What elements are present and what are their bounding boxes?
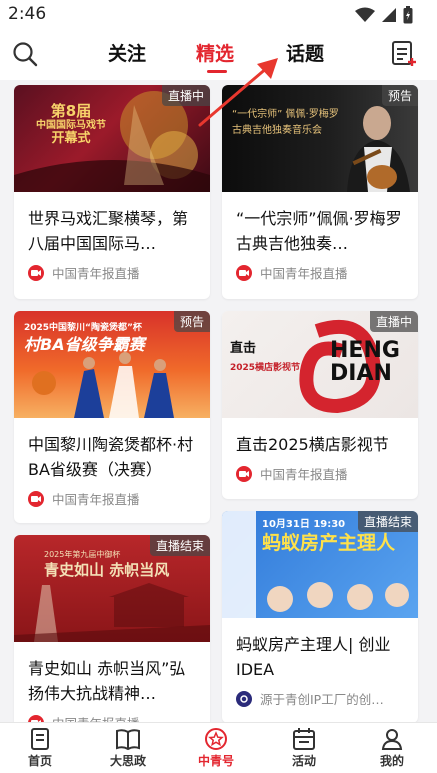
nav-activities[interactable]: 活动 [269,727,339,769]
thumb-text: “一代宗师” 佩佩·罗梅罗 [232,109,339,120]
source-label: 中国青年报直播 [52,266,140,281]
nav-label: 大思政 [109,754,146,768]
book-icon [116,729,140,751]
thumb-text: 古典吉他独奏音乐会 [232,125,322,136]
camera-icon [236,465,252,482]
live-badge: 直播中 [161,85,210,106]
nav-zhongqinghao[interactable]: 中青号 [181,727,251,769]
active-tab-indicator [207,70,227,73]
top-bar: 关注 精选 话题 [0,30,437,80]
creator-avatar-icon [236,690,252,707]
card-thumbnail: 2025中国黎川“陶瓷煲都”杯 村BA省级争霸赛 预告 [14,311,210,418]
feed-card[interactable]: 2025中国黎川“陶瓷煲都”杯 村BA省级争霸赛 预告 中国黎川陶瓷煲都杯·村B… [14,311,210,523]
source-label: 中国青年报直播 [52,492,140,507]
source-label: 中国青年报直播 [52,713,140,722]
camera-icon [28,490,44,507]
signal-icon [382,8,396,22]
compose-icon[interactable] [391,40,417,68]
star-badge-icon [205,728,227,750]
thumb-text: 村BA省级争霸赛 [24,334,145,354]
feed-grid: 第8届 中国国际马戏节 开幕式 直播中 世界马戏汇聚横琴，第八届中国国际马… 中… [0,80,437,722]
thumb-text: DIAN [330,361,392,387]
nav-label: 首页 [27,754,52,768]
card-thumbnail: 2025年第九届中御杯 青史如山 赤帜当风 直播结束 [14,535,210,642]
source-label: 中国青年报直播 [260,266,348,281]
search-icon[interactable] [12,41,38,67]
feed-card[interactable]: 2025年第九届中御杯 青史如山 赤帜当风 直播结束 青史如山 赤帜当风”弘扬伟… [14,535,210,722]
camera-icon [236,264,252,281]
card-thumbnail: 直击 2025横店影视节 HENG DIAN 直播中 [222,311,418,418]
thumb-text: 蚂蚁房产主理人 [262,531,396,554]
battery-icon [403,6,413,24]
user-icon [381,729,403,750]
card-source: 中国青年报直播 [28,713,140,722]
source-label: 中国青年报直播 [260,467,348,482]
card-source: 源于青创IP工厂的创… [236,689,384,708]
home-icon [31,728,49,750]
feed-card[interactable]: “一代宗师” 佩佩·罗梅罗 古典吉他独奏音乐会 预告 “一代宗师”佩佩·罗梅罗古… [222,85,418,299]
thumb-text: 2025中国黎川“陶瓷煲都”杯 [24,323,142,333]
card-source: 中国青年报直播 [28,263,140,282]
card-title: 世界马戏汇聚横琴，第八届中国国际马… [28,209,189,253]
feed-card[interactable]: 10月31日 19:30 蚂蚁房产主理人 直播结束 蚂蚁房产主理人| 创业IDE… [222,511,418,722]
calendar-icon [293,728,315,750]
card-title: 中国黎川陶瓷煲都杯·村BA省级赛（决赛） [28,435,194,479]
card-title: 青史如山 赤帜当风”弘扬伟大抗战精神… [28,659,186,703]
card-source: 中国青年报直播 [236,263,348,282]
live-badge: 直播中 [369,311,418,332]
thumb-text: 第8届 [50,102,92,120]
card-title: 蚂蚁房产主理人| 创业IDEA [236,635,391,679]
nav-label: 中青号 [197,754,234,768]
nav-dasizheng[interactable]: 大思政 [93,727,163,769]
preview-badge: 预告 [173,311,210,332]
thumb-text: 开幕式 [51,130,91,146]
nav-label: 活动 [291,754,316,768]
card-thumbnail: 10月31日 19:30 蚂蚁房产主理人 直播结束 [222,511,418,618]
ended-badge: 直播结束 [149,535,210,556]
system-icons [355,6,413,24]
nav-mine[interactable]: 我的 [357,727,427,769]
status-time: 2:46 [8,4,47,24]
card-source: 中国青年报直播 [236,464,348,483]
wifi-icon [355,7,375,22]
card-title: 直击2025横店影视节 [236,435,389,454]
thumb-text: 青史如山 赤帜当风 [44,561,170,580]
ended-badge: 直播结束 [357,511,418,532]
bottom-nav: 首页 大思政 中青号 活动 我的 [0,722,437,773]
nav-label: 我的 [379,754,404,768]
card-source: 中国青年报直播 [28,489,140,508]
nav-home[interactable]: 首页 [5,727,75,769]
feed-card[interactable]: 直击 2025横店影视节 HENG DIAN 直播中 直击2025横店影视节 中… [222,311,418,499]
tab-topics[interactable]: 话题 [286,39,324,66]
card-thumbnail: “一代宗师” 佩佩·罗梅罗 古典吉他独奏音乐会 预告 [222,85,418,192]
preview-badge: 预告 [381,85,418,106]
thumb-text: 直击 [230,341,257,356]
tab-featured[interactable]: 精选 [196,39,234,66]
thumb-text: 2025横店影视节 [230,362,301,373]
camera-icon [28,714,44,722]
thumb-text: HENG [330,338,400,363]
source-label: 源于青创IP工厂的创… [260,692,384,707]
status-bar: 2:46 [0,0,437,30]
tab-follow[interactable]: 关注 [108,39,146,66]
card-title: “一代宗师”佩佩·罗梅罗古典吉他独奏… [236,209,402,253]
camera-icon [28,264,44,281]
feed-card[interactable]: 第8届 中国国际马戏节 开幕式 直播中 世界马戏汇聚横琴，第八届中国国际马… 中… [14,85,210,299]
card-thumbnail: 第8届 中国国际马戏节 开幕式 直播中 [14,85,210,192]
